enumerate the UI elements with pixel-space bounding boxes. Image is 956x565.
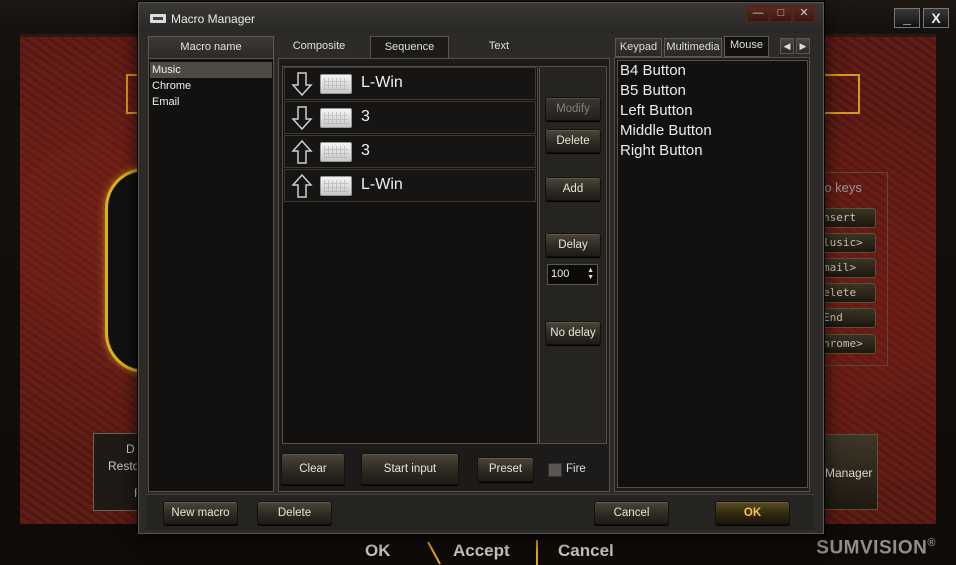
macro-manager-button[interactable]: Manager [816, 434, 878, 510]
delay-value-input[interactable]: 100 ▲ ▼ [547, 264, 598, 285]
maximize-button[interactable]: □ [770, 6, 792, 22]
keyboard-icon [320, 142, 352, 162]
mouse-item[interactable]: Left Button [620, 102, 693, 119]
sequence-row[interactable]: L-Win [284, 67, 536, 100]
sequence-key-label: 3 [361, 108, 370, 125]
key-up-arrow-icon [291, 140, 313, 164]
minimize-app-button[interactable]: _ [894, 8, 920, 28]
clear-button[interactable]: Clear [281, 453, 345, 485]
key-down-arrow-icon [291, 72, 313, 96]
dialog-footer [146, 494, 814, 530]
tab-scroll-right-icon[interactable]: ▶ [796, 38, 810, 54]
fire-checkbox[interactable] [548, 463, 562, 477]
highlight-frame-right [822, 74, 860, 114]
minimize-button[interactable]: — [747, 6, 769, 22]
delete-macro-button[interactable]: Delete [257, 501, 332, 525]
modify-button[interactable]: Modify [545, 97, 601, 121]
macro-list-header: Macro name [148, 36, 274, 59]
accept-button[interactable]: Accept [453, 541, 510, 561]
macro-list-item-music[interactable]: Music [150, 62, 272, 78]
add-button[interactable]: Add [545, 177, 601, 201]
cancel-dialog-button[interactable]: Cancel [594, 501, 669, 525]
key-up-arrow-icon [291, 174, 313, 198]
close-button[interactable]: ✕ [793, 6, 815, 22]
start-input-button[interactable]: Start input [361, 453, 459, 485]
fire-label: Fire [566, 463, 586, 475]
macro-list-item-chrome[interactable]: Chrome [150, 78, 272, 94]
sumvision-logo: SUMVISION® [816, 537, 936, 559]
new-macro-button[interactable]: New macro [163, 501, 238, 525]
mouse-item[interactable]: B4 Button [620, 62, 686, 79]
app-logo-icon [150, 14, 166, 23]
no-delay-button[interactable]: No delay [545, 321, 601, 345]
cancel-button[interactable]: Cancel [558, 541, 614, 561]
sequence-row[interactable]: 3 [284, 101, 536, 134]
sequence-key-label: 3 [361, 142, 370, 159]
bottom-bar: OK Accept Cancel [320, 536, 640, 565]
tab-multimedia[interactable]: Multimedia [664, 38, 722, 57]
sequence-row[interactable]: 3 [284, 135, 536, 168]
dialog-title: Macro Manager [171, 12, 256, 26]
macro-list-panel[interactable] [148, 58, 274, 492]
preset-button[interactable]: Preset [477, 457, 534, 482]
ok-dialog-button[interactable]: OK [715, 501, 790, 525]
tab-composite[interactable]: Composite [278, 36, 360, 59]
delay-value: 100 [551, 268, 570, 280]
tab-keypad[interactable]: Keypad [615, 38, 662, 57]
sequence-key-label: L-Win [361, 176, 403, 193]
spinner-arrows-icon[interactable]: ▲ ▼ [587, 267, 594, 281]
tab-text[interactable]: Text [459, 36, 539, 59]
bottom-separator-slash [427, 541, 441, 565]
sequence-row[interactable]: L-Win [284, 169, 536, 202]
keyboard-icon [320, 108, 352, 128]
delete-step-button[interactable]: Delete [545, 129, 601, 153]
title-bar[interactable]: Macro Manager — □ ✕ [139, 3, 823, 33]
sequence-key-label: L-Win [361, 74, 403, 91]
keyboard-icon [320, 74, 352, 94]
tab-mouse[interactable]: Mouse [724, 36, 769, 57]
mouse-item[interactable]: Middle Button [620, 122, 712, 139]
ok-button[interactable]: OK [365, 541, 391, 561]
window-buttons: — □ ✕ [746, 6, 815, 22]
dpi-panel-text: D [126, 442, 135, 456]
macro-keys-title: ro keys [820, 180, 862, 195]
tab-sequence[interactable]: Sequence [370, 36, 449, 59]
mouse-item[interactable]: B5 Button [620, 82, 686, 99]
mouse-item[interactable]: Right Button [620, 142, 703, 159]
key-down-arrow-icon [291, 106, 313, 130]
delay-button[interactable]: Delay [545, 233, 601, 257]
restore-text: Resto [108, 459, 140, 473]
close-app-button[interactable]: X [923, 8, 949, 28]
keyboard-icon [320, 176, 352, 196]
macro-list-item-email[interactable]: Email [150, 94, 272, 110]
tab-scroll-left-icon[interactable]: ◀ [780, 38, 794, 54]
